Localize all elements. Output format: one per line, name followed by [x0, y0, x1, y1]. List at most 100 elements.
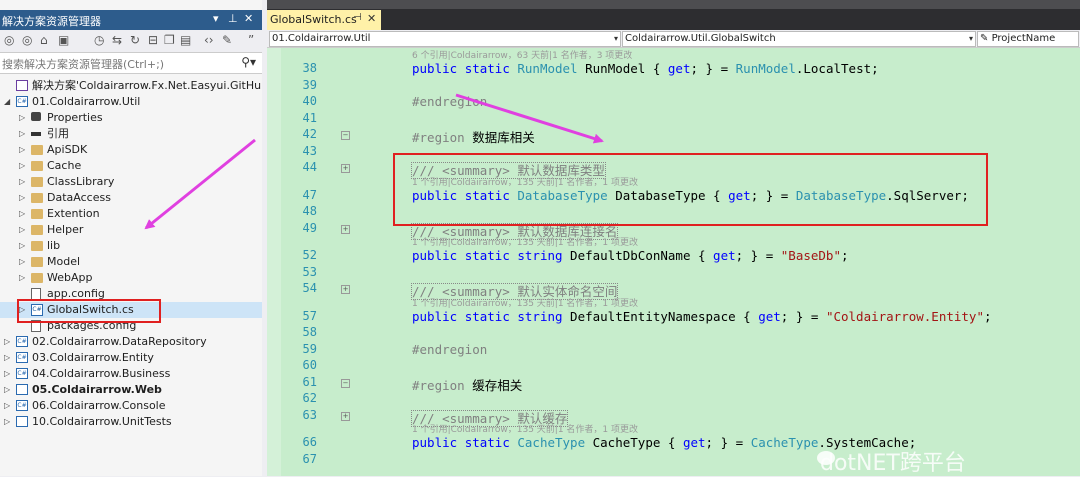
tree-item-label: WebApp [47, 271, 93, 284]
tree-item-label: 01.Coldairarrow.Util [32, 95, 141, 108]
collapsed-arrow-icon[interactable]: ▷ [19, 110, 28, 126]
tree-item[interactable]: ▷ 引用 [0, 126, 262, 142]
tab-globalswitch[interactable]: GlobalSwitch.cs ⊣ ✕ [267, 10, 381, 30]
collapsed-arrow-icon[interactable]: ▷ [19, 206, 28, 222]
fold-toggle-icon[interactable]: + [341, 224, 350, 234]
project-dropdown[interactable]: 01.Coldairarrow.Util ▾ [269, 31, 621, 47]
expanded-arrow-icon[interactable]: ◢ [4, 94, 13, 110]
window-menu-icon[interactable]: ▾ [213, 12, 219, 25]
close-tab-icon[interactable]: ✕ [367, 12, 376, 25]
folder-icon [31, 273, 43, 283]
collapsed-arrow-icon[interactable]: ▷ [4, 334, 13, 350]
collapsed-arrow-icon[interactable]: ▷ [4, 350, 13, 366]
line-number: 61 [302, 374, 317, 389]
solution-search-box[interactable]: 搜索解决方案资源管理器(Ctrl+;) ⚲▾ [0, 53, 262, 74]
tree-item[interactable]: ▷ Extention [0, 206, 262, 222]
collapse-all-icon[interactable]: ⊟ [148, 33, 158, 47]
code-editor[interactable]: 38 39 40 41 42 43 44 47 48 49 52 53 54 57 58 59 60 61 62 63… [267, 48, 1080, 476]
collapsed-arrow-icon[interactable]: ▷ [4, 398, 13, 414]
tab-label: GlobalSwitch.cs [270, 13, 357, 26]
codelens-info[interactable]: 1 个引用|Coldairarrow，135 天前|1 名作者，1 项更改 [412, 296, 638, 309]
pin-tab-icon[interactable]: ⊣ [353, 12, 362, 23]
home-icon[interactable]: ⌂ [40, 33, 48, 47]
collapsed-arrow-icon[interactable]: ▷ [19, 190, 28, 206]
history-icon[interactable]: ◷ [94, 33, 104, 47]
code-line[interactable]: public static RunModel RunModel { get; }… [412, 61, 879, 76]
collapsed-arrow-icon[interactable]: ▷ [19, 126, 28, 142]
sync-icon[interactable]: ⇆ [112, 33, 122, 47]
properties-icon[interactable]: ▤ [180, 33, 191, 47]
code-view-icon[interactable]: ‹› [204, 33, 214, 47]
project-icon: C# [16, 352, 28, 363]
region-directive[interactable]: #endregion [412, 342, 487, 357]
tree-item[interactable]: ▷ WebApp [0, 270, 262, 286]
folder-icon [31, 241, 43, 251]
search-icon[interactable]: ⚲▾ [241, 55, 256, 69]
refresh-icon[interactable]: ↻ [130, 33, 140, 47]
solution-icon [16, 80, 28, 91]
line-number: 60 [302, 358, 317, 372]
line-number: 47 [302, 187, 317, 202]
tree-item[interactable]: ▷ C# 03.Coldairarrow.Entity [0, 350, 262, 366]
tree-item[interactable]: ▷ Cache [0, 158, 262, 174]
codelens-info[interactable]: 1 个引用|Coldairarrow，135 天前|1 名作者，1 项更改 [412, 235, 638, 248]
tree-item[interactable]: ▷ 10.Coldairarrow.UnitTests [0, 414, 262, 430]
close-icon[interactable]: ✕ [244, 12, 253, 25]
codelens-info[interactable]: 6 个引用|Coldairarrow，63 天前|1 名作者，3 项更改 [412, 48, 632, 61]
codelens-info[interactable]: 1 个引用|Coldairarrow，135 天前|1 名作者，1 项更改 [412, 422, 638, 435]
tree-item-label: 03.Coldairarrow.Entity [32, 351, 154, 364]
line-number-gutter: 38 39 40 41 42 43 44 47 48 49 52 53 54 57 58 59 60 61 62 63… [267, 48, 335, 476]
code-line[interactable]: public static string DefaultEntityNamesp… [412, 309, 992, 324]
collapsed-arrow-icon[interactable]: ▷ [19, 238, 28, 254]
fold-toggle-icon[interactable]: − [341, 378, 350, 388]
back-icon[interactable]: ◎ [4, 33, 14, 47]
region-directive[interactable]: #endregion [412, 94, 487, 109]
class-dropdown[interactable]: Coldairarrow.Util.GlobalSwitch ▾ [622, 31, 976, 47]
tree-item[interactable]: ▷ DataAccess [0, 190, 262, 206]
tree-item[interactable]: ▷ C# 06.Coldairarrow.Console [0, 398, 262, 414]
collapsed-arrow-icon[interactable]: ▷ [19, 270, 28, 286]
fold-toggle-icon[interactable]: − [341, 131, 350, 140]
collapsed-arrow-icon[interactable]: ▷ [19, 254, 28, 270]
line-number: 52 [302, 248, 317, 262]
member-dropdown[interactable]: ✎ ProjectName [977, 31, 1079, 47]
tree-item[interactable]: ▷ Properties [0, 110, 262, 126]
pin-icon[interactable]: ⊥ [228, 12, 238, 25]
more-icon[interactable]: ” [248, 33, 254, 47]
region-directive[interactable]: #region 缓存相关 [412, 375, 522, 394]
tree-item[interactable]: ▷ C# 04.Coldairarrow.Business [0, 366, 262, 382]
test-project-icon [16, 416, 28, 427]
tree-item-label: 04.Coldairarrow.Business [32, 367, 171, 380]
folder-icon [31, 161, 43, 171]
tree-item[interactable]: 解决方案'Coldairarrow.Fx.Net.Easyui.GitHub' … [0, 78, 262, 94]
fold-toggle-icon[interactable]: + [341, 285, 350, 294]
tree-item[interactable]: ▷ C# 02.Coldairarrow.DataRepository [0, 334, 262, 350]
folder-icon [31, 193, 43, 203]
fold-toggle-icon[interactable]: + [341, 164, 350, 173]
tree-item[interactable]: ▷ ClassLibrary [0, 174, 262, 190]
wrench-tool-icon[interactable]: ✎ [222, 33, 232, 47]
tree-item[interactable]: ◢ C# 01.Coldairarrow.Util [0, 94, 262, 110]
collapsed-arrow-icon[interactable]: ▷ [19, 142, 28, 158]
collapsed-arrow-icon[interactable]: ▷ [19, 222, 28, 238]
tree-item[interactable]: ▷ lib [0, 238, 262, 254]
collapsed-arrow-icon[interactable]: ▷ [19, 174, 28, 190]
indicator-margin [267, 48, 281, 476]
tree-item[interactable]: ▷ Model [0, 254, 262, 270]
forward-icon[interactable]: ◎ [22, 33, 32, 47]
fold-toggle-icon[interactable]: + [341, 411, 350, 421]
document-tab-strip: GlobalSwitch.cs ⊣ ✕ [267, 0, 1080, 30]
code-line[interactable]: public static string DefaultDbConName { … [412, 248, 849, 263]
collapsed-arrow-icon[interactable]: ▷ [19, 158, 28, 174]
line-number: 42 [302, 127, 317, 141]
tree-item[interactable]: ▷ Helper [0, 222, 262, 238]
collapsed-arrow-icon[interactable]: ▷ [4, 366, 13, 382]
show-all-files-icon[interactable]: ❐ [164, 33, 175, 47]
tree-item[interactable]: ▷ 05.Coldairarrow.Web [0, 382, 262, 398]
collapsed-arrow-icon[interactable]: ▷ [4, 414, 13, 430]
tree-item[interactable]: ▷ ApiSDK [0, 142, 262, 158]
region-directive[interactable]: #region 数据库相关 [412, 127, 535, 146]
line-number: 49 [302, 220, 317, 235]
switch-views-icon[interactable]: ▣ [58, 33, 69, 47]
collapsed-arrow-icon[interactable]: ▷ [4, 382, 13, 398]
